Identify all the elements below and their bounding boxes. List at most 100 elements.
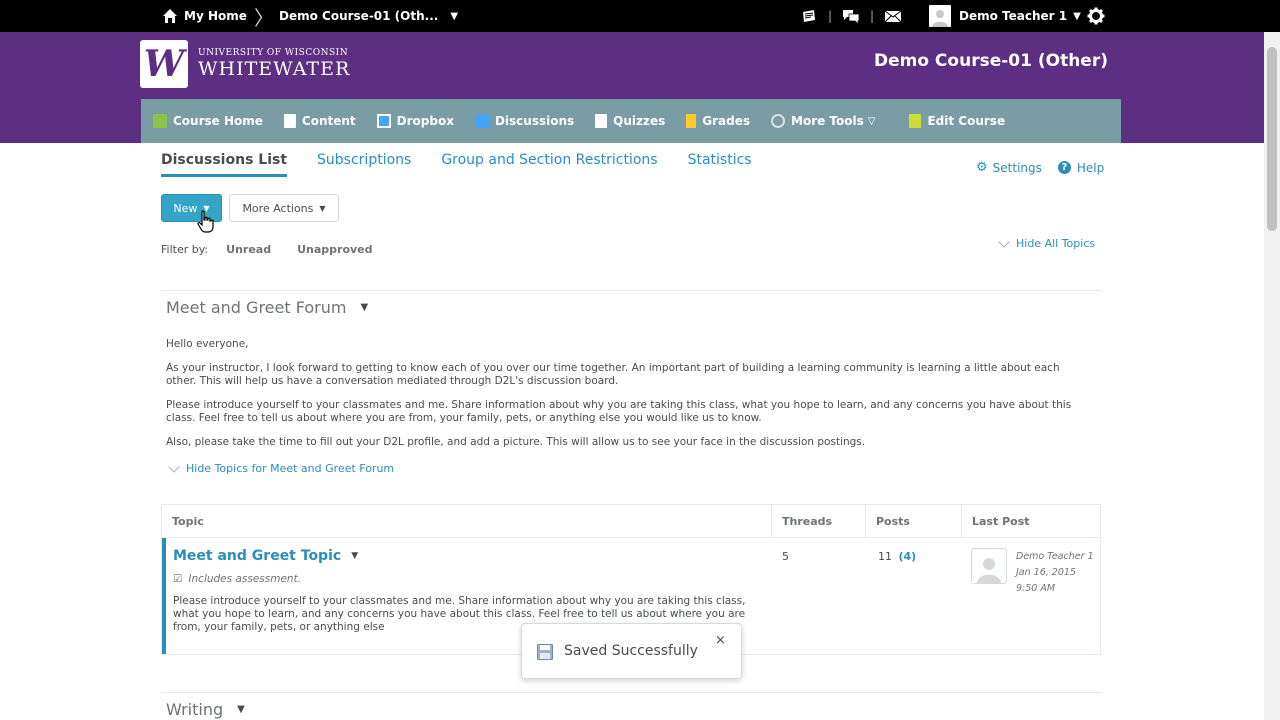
- email-icon[interactable]: [800, 7, 818, 25]
- page-scrollbar[interactable]: [1264, 32, 1280, 720]
- nav-dropbox[interactable]: Dropbox: [376, 114, 454, 128]
- filter-bar: Filter by: Unread Unapproved: [161, 243, 399, 256]
- my-home-label: My Home: [184, 9, 247, 23]
- toast-message: Saved Successfully: [564, 643, 698, 659]
- forum-title-label: Writing: [166, 700, 224, 719]
- nav-edit-course[interactable]: Edit Course: [909, 114, 1005, 128]
- nav-label: Dropbox: [396, 114, 454, 128]
- caret-down-icon[interactable]: ▼: [351, 551, 358, 561]
- breadcrumb-separator: 〉: [254, 5, 274, 30]
- alerts-icon[interactable]: [884, 7, 902, 25]
- course-selector-label: Demo Course-01 (Oth...: [279, 9, 439, 23]
- hide-forum-topics-label: Hide Topics for Meet and Greet Forum: [186, 462, 395, 475]
- user-avatar: [929, 5, 951, 27]
- user-name: Demo Teacher 1: [959, 9, 1068, 23]
- chevron-down-icon: [998, 235, 1010, 248]
- dropbox-icon: [376, 114, 391, 128]
- nav-quizzes[interactable]: Quizzes: [595, 114, 665, 128]
- pages-icon: [283, 114, 296, 128]
- notification-icons: | |: [800, 0, 902, 32]
- scrollbar-thumb[interactable]: [1267, 47, 1277, 231]
- last-post-avatar: [971, 548, 1007, 584]
- tab-discussions-list[interactable]: Discussions List: [161, 152, 288, 177]
- nav-label: Edit Course: [927, 114, 1006, 128]
- nav-course-home[interactable]: Course Home: [153, 114, 263, 128]
- hide-forum-topics-link[interactable]: Hide Topics for Meet and Greet Forum: [168, 460, 395, 475]
- book-icon: [153, 114, 167, 128]
- settings-link[interactable]: Settings: [993, 161, 1042, 175]
- edit-course-icon: [909, 114, 922, 128]
- column-header-topic: Topic: [172, 515, 204, 528]
- course-navbar: Course Home Content Dropbox Discussions …: [141, 99, 1121, 143]
- nav-label: Content: [301, 114, 356, 128]
- table-header: Topic Threads Posts Last Post: [162, 505, 1100, 538]
- nav-grades[interactable]: Grades: [686, 114, 750, 128]
- filter-label: Filter by:: [161, 243, 209, 256]
- column-header-posts: Posts: [865, 505, 961, 538]
- quiz-icon: [595, 114, 608, 128]
- assessment-icon: ☑: [173, 573, 183, 585]
- uw-logo-mark: W: [140, 40, 188, 88]
- nav-label: Discussions: [494, 114, 575, 128]
- gear-icon: ⚙: [976, 160, 988, 175]
- assessment-note: ☑ Includes assessment.: [173, 573, 301, 585]
- assessment-label: Includes assessment.: [188, 573, 302, 585]
- nav-label: Course Home: [173, 114, 263, 128]
- hide-all-topics-link[interactable]: Hide All Topics: [998, 235, 1096, 250]
- user-menu[interactable]: Demo Teacher 1 ▼: [929, 0, 1081, 32]
- nav-discussions[interactable]: Discussions: [474, 114, 575, 128]
- caret-down-icon: ▽: [867, 115, 876, 127]
- nav-more-tools[interactable]: More Tools ▽: [771, 114, 875, 128]
- posts-total: 11: [878, 550, 892, 563]
- course-title: Demo Course-01 (Other): [873, 51, 1108, 71]
- filter-unread[interactable]: Unread: [226, 243, 271, 256]
- hide-all-topics-label: Hide All Topics: [1016, 237, 1096, 250]
- more-actions-button[interactable]: More Actions ▼: [229, 194, 339, 222]
- logo-line-2: WHITEWATER: [198, 58, 351, 80]
- forum-title[interactable]: Writing ▼: [166, 700, 245, 719]
- forum-description: Hello everyone, As your instructor, I lo…: [166, 338, 1086, 460]
- forum-paragraph: Hello everyone,: [166, 338, 249, 350]
- logo-text: UNIVERSITY OF WISCONSIN WHITEWATER: [198, 48, 350, 80]
- discussion-tabs: Discussions List Subscriptions Group and…: [161, 152, 782, 177]
- my-home-link[interactable]: My Home: [162, 0, 247, 32]
- caret-down-icon: ▼: [1073, 10, 1081, 22]
- filter-unapproved[interactable]: Unapproved: [297, 243, 372, 256]
- nav-label: Grades: [702, 114, 751, 128]
- saved-toast: Saved Successfully ×: [521, 623, 742, 679]
- tools-icon: [771, 114, 786, 128]
- last-post-info: Demo Teacher 1 Jan 16, 2015 9:50 AM: [1016, 549, 1094, 597]
- tab-group-section-restrictions[interactable]: Group and Section Restrictions: [441, 152, 657, 177]
- last-post-author: Demo Teacher 1: [1016, 551, 1094, 562]
- posts-count: 11 (4): [878, 550, 916, 563]
- topic-title[interactable]: Meet and Greet Topic ▼: [173, 548, 358, 564]
- nav-content[interactable]: Content: [283, 114, 356, 128]
- last-post-date: Jan 16, 2015: [1016, 567, 1076, 578]
- course-selector[interactable]: Demo Course-01 (Oth... ▼: [279, 0, 458, 32]
- tab-subscriptions[interactable]: Subscriptions: [317, 152, 411, 177]
- chevron-down-icon: [168, 460, 180, 473]
- caret-down-icon[interactable]: ▼: [237, 704, 245, 715]
- help-link[interactable]: ? Help: [1057, 161, 1104, 175]
- close-icon[interactable]: ×: [715, 633, 726, 648]
- divider: |: [828, 9, 833, 23]
- nav-label: More Tools: [791, 114, 864, 128]
- home-icon: [163, 9, 177, 23]
- section-divider: [161, 290, 1101, 291]
- last-post-time: 9:50 AM: [1016, 583, 1056, 594]
- caret-down-icon[interactable]: ▼: [360, 302, 368, 313]
- column-header-last-post: Last Post: [961, 505, 1100, 538]
- posts-unread-link[interactable]: (4): [899, 550, 917, 563]
- grades-icon: [686, 114, 697, 128]
- chat-icon[interactable]: [842, 7, 860, 25]
- help-icon: ?: [1057, 161, 1071, 174]
- forum-paragraph: Please introduce yourself to your classm…: [166, 399, 1072, 424]
- tab-statistics[interactable]: Statistics: [688, 152, 752, 177]
- divider: |: [870, 9, 875, 23]
- settings-gear-icon[interactable]: [1087, 0, 1105, 32]
- topic-title-label: Meet and Greet Topic: [173, 548, 342, 564]
- university-logo[interactable]: W UNIVERSITY OF WISCONSIN WHITEWATER: [140, 40, 350, 88]
- forum-title-label: Meet and Greet Forum: [166, 298, 347, 317]
- section-divider: [161, 692, 1101, 693]
- forum-title[interactable]: Meet and Greet Forum ▼: [166, 298, 368, 317]
